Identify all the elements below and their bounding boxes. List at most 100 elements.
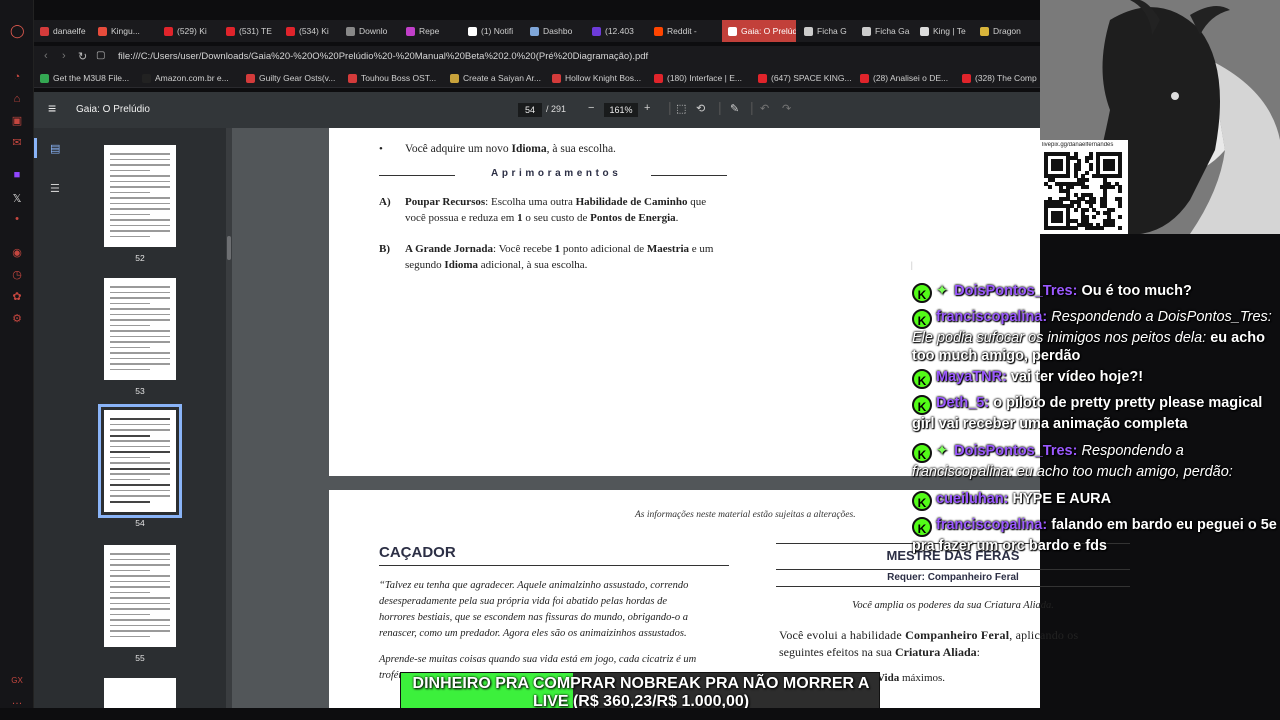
reload-icon[interactable]: ↻ — [78, 50, 87, 63]
gmail-icon[interactable]: ✉ — [10, 136, 24, 150]
page-number-input[interactable]: 54 — [518, 103, 542, 117]
browser-tab[interactable]: Repe — [400, 20, 460, 42]
browser-tab[interactable]: (534) Ki — [280, 20, 338, 42]
page-thumbnail[interactable] — [104, 678, 176, 708]
tab-favicon-icon — [468, 26, 477, 36]
tab-label: Ficha G — [817, 26, 847, 36]
page-thumbnail[interactable] — [104, 145, 176, 247]
bookmark-item[interactable]: (28) Analisei o DE... — [860, 71, 948, 85]
aprimoramentos-heading: Aprimoramentos — [491, 168, 622, 179]
browser-tab[interactable]: danaelfe — [34, 20, 90, 42]
notice-text: As informações neste material estão suje… — [635, 510, 856, 520]
redo-icon[interactable]: ↷ — [782, 102, 791, 115]
bookmark-item[interactable]: Create a Saiyan Ar... — [450, 71, 541, 85]
bookmark-item[interactable]: Guilty Gear Osts(v... — [246, 71, 335, 85]
thumbnails-view-icon[interactable]: ▤ — [50, 142, 60, 155]
zoom-out-icon[interactable]: − — [588, 102, 594, 114]
rotate-icon[interactable]: ⟲ — [696, 102, 705, 115]
bookmark-label: (28) Analisei o DE... — [873, 73, 949, 83]
chat-username: DoisPontos_Tres: — [954, 283, 1078, 299]
url-text[interactable]: file:///C:/Users/user/Downloads/Gaia%20-… — [118, 51, 648, 62]
chat-username: franciscopalina: — [936, 517, 1048, 533]
pdf-title: Gaia: O Prelúdio — [76, 104, 150, 115]
bookmark-label: Create a Saiyan Ar... — [463, 73, 541, 83]
browser-tab[interactable]: Reddit - — [648, 20, 720, 42]
bookmark-item[interactable]: (647) SPACE KING... — [758, 71, 852, 85]
settings-gear-icon[interactable]: ⚙ — [10, 312, 24, 326]
address-bar: ‹ › ↻ ▢ file:///C:/Users/user/Downloads/… — [34, 46, 1040, 68]
messenger-icon[interactable]: ▣ — [10, 114, 24, 128]
tab-bar: danaelfe Kingu... (529) Ki (531) TE (534) Ki… — [34, 20, 1040, 42]
tab-label: Ficha Ga — [875, 26, 910, 36]
browser-tab[interactable]: Dashbo — [524, 20, 584, 42]
thumb-text-line — [110, 324, 150, 326]
opera-logo-icon[interactable]: ◯ — [10, 24, 25, 38]
tab-favicon-icon — [592, 26, 601, 36]
browser-tab[interactable]: Gaia: O Prelúdio — [722, 20, 796, 42]
bookmark-item[interactable]: (328) The Comp — [962, 71, 1037, 85]
browser-tab[interactable]: Downlo — [340, 20, 398, 42]
thumb-text-line — [110, 213, 150, 215]
forward-arrow-icon[interactable]: › — [62, 50, 66, 62]
bookmark-item[interactable]: Amazon.com.br e... — [142, 71, 229, 85]
tab-label: Kingu... — [111, 26, 140, 36]
undo-icon[interactable]: ↶ — [760, 102, 769, 115]
twitch-icon[interactable]: ■ — [10, 168, 24, 182]
section-rule — [379, 565, 729, 566]
rail-dot-icon[interactable]: • — [10, 212, 24, 226]
thumbnail-page-number: 55 — [135, 653, 145, 663]
page-thumbnail[interactable] — [104, 278, 176, 380]
annotate-pen-icon[interactable]: ✎ — [730, 102, 739, 115]
zoom-in-icon[interactable]: + — [644, 102, 650, 114]
browser-tab[interactable]: (531) TE — [220, 20, 278, 42]
kick-badge-icon: K — [912, 369, 932, 389]
bookmark-item[interactable]: Hollow Knight Bos... — [552, 71, 641, 85]
aria-icon[interactable]: ◔ — [10, 70, 24, 84]
browser-tab[interactable]: Kingu... — [92, 20, 156, 42]
donation-goal-text: DINHEIRO PRA COMPRAR NOBREAK PRA NÃO MOR… — [412, 675, 870, 710]
qr-module — [1058, 166, 1063, 171]
thumb-text-line — [110, 330, 170, 332]
history-icon[interactable]: ◷ — [10, 268, 24, 282]
flow-icon[interactable]: ⌂ — [10, 92, 24, 106]
bookmark-item[interactable]: Get the M3U8 File... — [40, 71, 129, 85]
back-arrow-icon[interactable]: ‹ — [44, 50, 48, 62]
player-icon[interactable]: ◉ — [10, 246, 24, 260]
more-icon[interactable]: … — [10, 694, 24, 708]
menu-icon[interactable]: ≡ — [48, 100, 56, 116]
x-icon[interactable]: 𝕏 — [10, 192, 24, 206]
browser-tab[interactable]: (12.403 — [586, 20, 646, 42]
qr-module — [1118, 204, 1123, 208]
tab-favicon-icon — [804, 26, 813, 36]
browser-tab[interactable]: Dragon — [974, 20, 1036, 42]
outline-view-icon[interactable]: ☰ — [50, 182, 60, 195]
fit-page-icon[interactable]: ⬚ — [676, 102, 686, 115]
page-info-icon[interactable]: ▢ — [96, 50, 105, 61]
thumbnail-sidebar: ▤ ☰ 52 53 54 55 — [34, 128, 232, 708]
page-thumbnail[interactable] — [98, 404, 182, 518]
browser-tab[interactable]: Ficha G — [798, 20, 854, 42]
quote-line: desesperadamente pela sua própria vida f… — [379, 596, 668, 607]
thumb-text-line — [110, 202, 170, 204]
page-total: / 291 — [546, 104, 567, 114]
bookmark-label: (647) SPACE KING... — [771, 73, 852, 83]
browser-tab[interactable]: (529) Ki — [158, 20, 218, 42]
gx-icon[interactable]: GX — [10, 674, 24, 688]
browser-tab[interactable]: (1) Notifi — [462, 20, 522, 42]
page-thumbnail[interactable] — [104, 545, 176, 647]
chat-text: Ou é too much? — [1077, 283, 1192, 299]
chat-text: vai ter vídeo hoje?! — [1006, 369, 1144, 385]
zoom-input[interactable]: 161% — [604, 103, 638, 117]
thumb-text-line — [110, 224, 170, 226]
bookmark-item[interactable]: Touhou Boss OST... — [348, 71, 436, 85]
qr-module — [1084, 170, 1089, 175]
extensions-icon[interactable]: ✿ — [10, 290, 24, 304]
kick-badge-icon: K — [912, 309, 932, 329]
thumb-text-line — [110, 440, 170, 442]
qr-module — [1096, 211, 1100, 216]
bookmark-item[interactable]: (180) Interface | E... — [654, 71, 742, 85]
browser-tab[interactable]: Ficha Ga — [856, 20, 912, 42]
gem-badge-icon: ✦ — [936, 443, 949, 459]
browser-tab[interactable]: King | Te — [914, 20, 972, 42]
thumb-text-line — [110, 429, 170, 431]
